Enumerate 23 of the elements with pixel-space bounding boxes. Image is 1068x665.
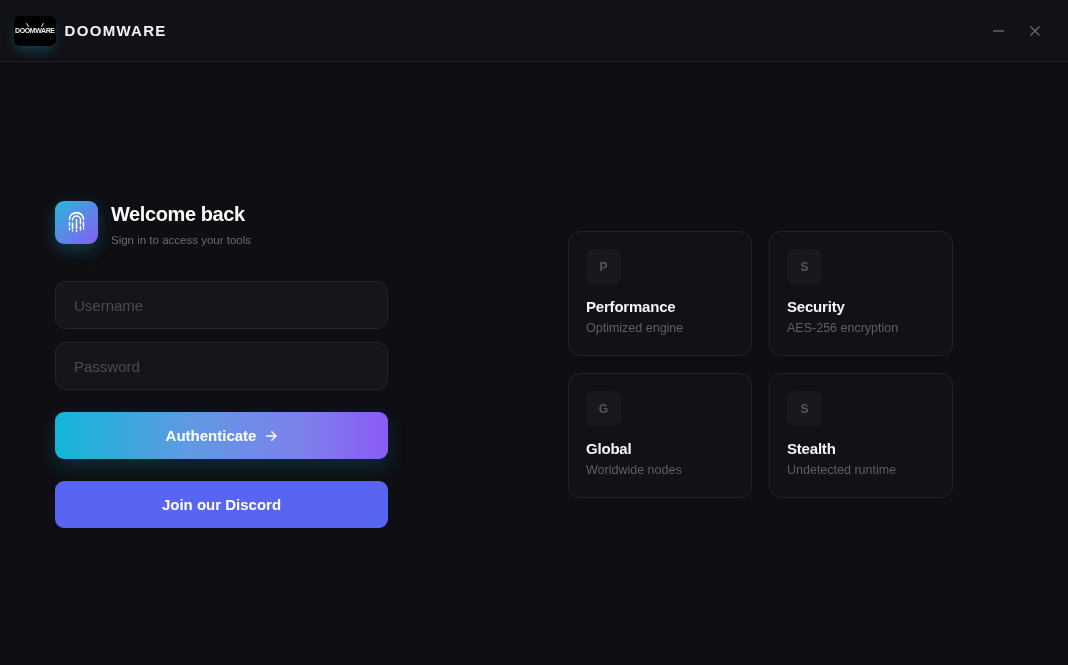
authenticate-button[interactable]: Authenticate (55, 412, 388, 459)
welcome-subtitle: Sign in to access your tools (111, 233, 251, 247)
welcome-heading: Welcome back (111, 202, 246, 226)
feature-monogram: G (586, 391, 621, 426)
feature-monogram: S (787, 391, 822, 426)
discord-button[interactable]: Join our Discord (55, 481, 388, 528)
feature-description: Undetected runtime (787, 463, 898, 478)
feature-description: AES-256 encryption (787, 321, 900, 336)
feature-monogram: S (787, 249, 822, 284)
feature-title: Stealth (787, 440, 837, 458)
feature-description: Optimized engine (586, 321, 685, 336)
feature-title: Performance (586, 298, 677, 316)
feature-monogram: P (586, 249, 621, 284)
minimize-icon (993, 29, 1004, 32)
close-icon (1030, 25, 1040, 36)
password-field[interactable]: Password (55, 342, 388, 390)
feature-title: Security (787, 298, 846, 316)
fingerprint-icon (55, 201, 98, 244)
arrow-right-icon (266, 430, 278, 441)
feature-title: Global (586, 440, 633, 458)
feature-description: Worldwide nodes (586, 463, 683, 478)
app-name: DOOMWARE (64, 22, 167, 39)
username-field[interactable]: Username (55, 281, 388, 329)
